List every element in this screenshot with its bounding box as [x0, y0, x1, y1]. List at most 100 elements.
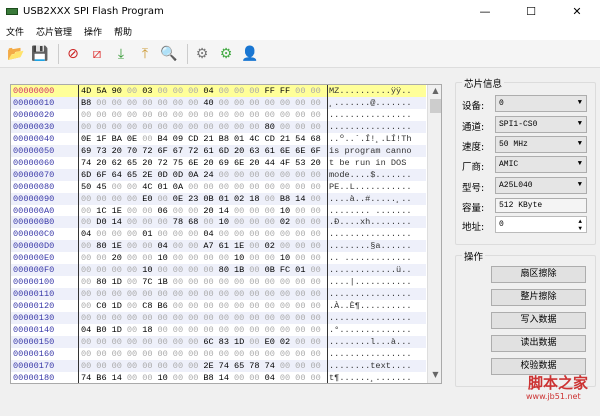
hex-byte[interactable]: 1D	[112, 276, 127, 288]
hex-byte[interactable]: 00	[127, 300, 142, 312]
hex-row[interactable]: 00000120 00 C0 1D 00 C8 B6 00 00 00 00 00 00 00 00 00 00…	[11, 300, 426, 313]
hex-byte[interactable]: 00	[127, 264, 142, 276]
hex-byte[interactable]: 00	[310, 348, 325, 360]
hex-byte[interactable]: 00	[81, 264, 96, 276]
hex-byte[interactable]: 00	[310, 109, 325, 121]
hex-byte[interactable]: 20	[142, 157, 157, 169]
hex-byte[interactable]: 00	[203, 312, 218, 324]
hex-byte[interactable]: 00	[295, 300, 310, 312]
hex-byte[interactable]: 00	[249, 216, 264, 228]
hex-row[interactable]: 000000E0 00 00 20 00 00 10 00 00 00 00 10 00 00 10 00 00…	[11, 252, 426, 265]
row-ascii[interactable]: mode....$.......	[329, 169, 412, 181]
hex-byte[interactable]: 00	[310, 205, 325, 217]
hex-byte[interactable]: 00	[81, 193, 96, 205]
hex-byte[interactable]: 00	[265, 193, 280, 205]
hex-byte[interactable]: 00	[173, 324, 188, 336]
hex-byte[interactable]: 6F	[157, 145, 172, 157]
hex-byte[interactable]: 00	[127, 216, 142, 228]
hex-byte[interactable]: 00	[188, 228, 203, 240]
hex-byte[interactable]: 14	[295, 193, 310, 205]
hex-byte[interactable]: 00	[234, 276, 249, 288]
hex-byte[interactable]: 00	[280, 97, 295, 109]
hex-byte[interactable]: 65	[127, 157, 142, 169]
hex-row[interactable]: 000000A0 00 1C 1E 00 00 06 00 00 20 14 00 00 00 10 00 00…	[11, 204, 426, 217]
hex-row[interactable]: 000000D0 00 80 1E 00 00 04 00 00 A7 61 1E 00 02 00 00 00…	[11, 240, 426, 253]
hex-byte[interactable]: B8	[203, 372, 218, 383]
hex-row[interactable]: 000000C0 04 00 00 00 01 00 00 00 04 00 00 00 00 00 00 00…	[11, 228, 426, 241]
hex-byte[interactable]: 00	[295, 324, 310, 336]
row-ascii[interactable]: ................	[329, 312, 412, 324]
hex-byte[interactable]: 00	[203, 216, 218, 228]
hex-row[interactable]: 00000020 00 00 00 00 00 00 00 00 00 00 00 00 00 00 00 00…	[11, 108, 426, 121]
maximize-button[interactable]: ☐	[508, 0, 554, 22]
hex-byte[interactable]: 00	[280, 228, 295, 240]
hex-byte[interactable]: CD	[265, 133, 280, 145]
hex-byte[interactable]: 2E	[203, 360, 218, 372]
hex-byte[interactable]: 78	[249, 360, 264, 372]
hex-byte[interactable]: 00	[295, 372, 310, 383]
row-bytes[interactable]: 50 45 00 00 4C 01 0A 00 00 00 00 00 00 00 00 00	[81, 181, 326, 193]
hex-byte[interactable]: 00	[310, 336, 325, 348]
hex-byte[interactable]: B8	[280, 193, 295, 205]
verify-icon[interactable]: 🔍	[159, 44, 179, 64]
hex-byte[interactable]: 69	[81, 145, 96, 157]
hex-byte[interactable]: 10	[219, 216, 234, 228]
hex-row[interactable]: 000000B0 00 D0 14 00 00 00 78 68 00 10 00 00 00 02 00 00…	[11, 216, 426, 229]
vertical-scrollbar[interactable]: ▲ ▼	[427, 85, 441, 383]
hex-byte[interactable]: 00	[157, 109, 172, 121]
row-ascii[interactable]: ................	[329, 121, 412, 133]
hex-byte[interactable]: 00	[265, 276, 280, 288]
row-bytes[interactable]: 00 80 1D 00 7C 1B 00 00 00 00 00 00 00 00 00 00	[81, 276, 326, 288]
hex-byte[interactable]: 00	[81, 109, 96, 121]
hex-byte[interactable]: 00	[142, 348, 157, 360]
hex-byte[interactable]: 00	[203, 109, 218, 121]
hex-byte[interactable]: 00	[188, 324, 203, 336]
hex-byte[interactable]: 00	[295, 288, 310, 300]
scroll-up-icon[interactable]: ▲	[428, 86, 441, 98]
hex-byte[interactable]: 72	[142, 145, 157, 157]
hex-byte[interactable]: 00	[157, 193, 172, 205]
hex-byte[interactable]: 00	[310, 216, 325, 228]
hex-byte[interactable]: 00	[295, 228, 310, 240]
row-ascii[interactable]: t be run in DOS	[329, 157, 412, 169]
hex-byte[interactable]: 00	[127, 240, 142, 252]
hex-byte[interactable]: 00	[142, 97, 157, 109]
hex-byte[interactable]: 00	[81, 348, 96, 360]
hex-byte[interactable]: 00	[127, 360, 142, 372]
hex-byte[interactable]: 00	[127, 348, 142, 360]
hex-byte[interactable]: 00	[234, 205, 249, 217]
hex-byte[interactable]: 00	[173, 109, 188, 121]
hex-byte[interactable]: 00	[219, 300, 234, 312]
hex-byte[interactable]: 00	[173, 348, 188, 360]
hex-byte[interactable]: 00	[157, 348, 172, 360]
row-bytes[interactable]: B8 00 00 00 00 00 00 00 40 00 00 00 00 00 00 00	[81, 97, 326, 109]
hex-byte[interactable]: 00	[142, 133, 157, 145]
row-bytes[interactable]: 00 C0 1D 00 C8 B6 00 00 00 00 00 00 00 00 00 00	[81, 300, 326, 312]
hex-byte[interactable]: 00	[173, 336, 188, 348]
hex-byte[interactable]: 14	[112, 216, 127, 228]
menu-operation[interactable]: 操作	[78, 25, 108, 38]
hex-byte[interactable]: 00	[280, 181, 295, 193]
erase-chip-button[interactable]: 整片擦除	[491, 289, 586, 306]
hex-byte[interactable]: 00	[188, 264, 203, 276]
hex-byte[interactable]: 00	[188, 312, 203, 324]
hex-byte[interactable]: 67	[173, 145, 188, 157]
row-bytes[interactable]: 74 B6 14 00 00 10 00 00 B8 14 00 00 04 00 00 00	[81, 372, 326, 383]
hex-byte[interactable]: 00	[295, 240, 310, 252]
hex-byte[interactable]: 00	[203, 288, 218, 300]
hex-byte[interactable]: 0B	[265, 264, 280, 276]
hex-byte[interactable]: 00	[219, 312, 234, 324]
hex-byte[interactable]: 00	[295, 85, 310, 97]
read-data-button[interactable]: 读出数据	[491, 335, 586, 352]
hex-row[interactable]: 00000050 69 73 20 70 72 6F 67 72 61 6D 20 63 61 6E 6E 6F…	[11, 144, 426, 157]
hex-byte[interactable]: 1D	[112, 324, 127, 336]
hex-byte[interactable]: 00	[234, 216, 249, 228]
hex-byte[interactable]: 0D	[173, 169, 188, 181]
hex-byte[interactable]: 00	[157, 216, 172, 228]
hex-byte[interactable]: 00	[96, 252, 111, 264]
hex-byte[interactable]: 20	[234, 145, 249, 157]
erase-chip-icon[interactable]: ⧄	[87, 44, 107, 64]
hex-byte[interactable]: 04	[265, 372, 280, 383]
hex-byte[interactable]: 68	[188, 216, 203, 228]
hex-byte[interactable]: 00	[219, 288, 234, 300]
